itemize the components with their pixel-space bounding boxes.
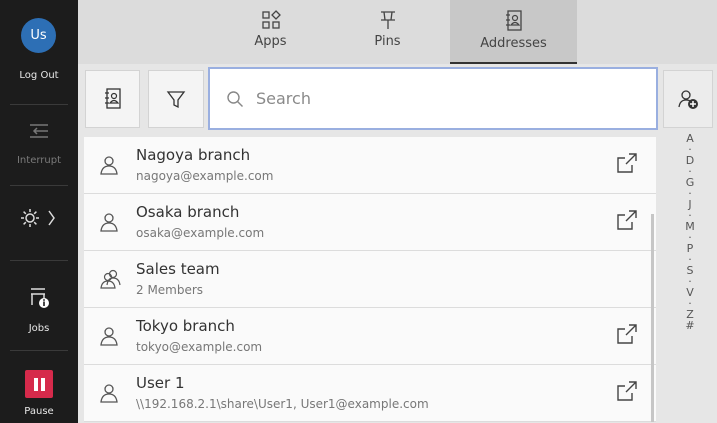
filter-button[interactable] [148,70,204,128]
tab-pins-label: Pins [374,34,401,49]
person-icon [100,213,118,232]
entry-detail: nagoya@example.com [136,169,274,183]
group-icon [100,269,121,289]
list-item[interactable]: Osaka branch osaka@example.com [84,194,656,251]
entry-name: Sales team [136,260,220,278]
jobs-button[interactable]: Jobs [0,323,78,334]
search-icon [227,90,243,107]
pin-icon [380,11,395,29]
list-item[interactable]: Sales team 2 Members [84,251,656,308]
external-link-icon[interactable] [616,152,638,174]
divider [10,260,68,261]
search-field[interactable] [208,67,658,130]
divider [10,104,68,105]
entry-detail: \\192.168.2.1\share\User1, User1@example… [136,397,429,411]
top-tab-bar: Apps Pins Addresses [78,0,717,64]
filter-icon [166,91,186,109]
pause-label: Pause [24,406,54,417]
alphabet-index[interactable]: A · D · G · J · M · P · S · V · Z # [668,133,712,331]
entry-detail: 2 Members [136,283,204,297]
settings-button[interactable] [0,206,78,230]
tab-pins[interactable]: Pins [324,0,451,64]
address-book-icon [104,88,121,109]
person-icon [100,156,118,175]
tab-addresses-label: Addresses [480,36,547,51]
apps-icon [261,10,281,29]
jobs-icon [0,285,78,309]
gear-icon [21,209,39,227]
divider [10,185,68,186]
external-link-icon[interactable] [616,380,638,402]
entry-name: Tokyo branch [136,317,235,335]
pause-button[interactable] [25,370,53,398]
entry-name: User 1 [136,374,185,392]
address-list: Nagoya branch nagoya@example.com Osaka b… [84,137,656,422]
list-item[interactable]: Nagoya branch nagoya@example.com [84,137,656,194]
external-link-icon[interactable] [616,209,638,231]
logout-button[interactable]: Log Out [0,70,78,81]
interrupt-button[interactable]: Interrupt [0,155,78,166]
entry-name: Nagoya branch [136,146,251,164]
entry-name: Osaka branch [136,203,240,221]
address-book-icon [505,10,522,31]
entry-detail: osaka@example.com [136,226,265,240]
chevron-right-icon [48,210,55,226]
index-letter[interactable]: # [685,320,694,331]
list-scrollbar[interactable] [651,214,654,422]
person-icon [100,327,118,346]
add-person-icon [678,90,698,109]
search-input[interactable] [256,89,636,108]
divider [10,350,68,351]
interrupt-icon [0,121,78,141]
list-item[interactable]: Tokyo branch tokyo@example.com [84,308,656,365]
external-link-icon[interactable] [616,323,638,345]
tab-addresses[interactable]: Addresses [450,0,577,64]
person-icon [100,384,118,403]
tab-apps-label: Apps [254,34,287,49]
left-sidebar: Us Log Out Interrupt Jobs Pause [0,0,78,423]
add-contact-button[interactable] [663,70,713,128]
entry-detail: tokyo@example.com [136,340,263,354]
address-book-button[interactable] [85,70,140,128]
tab-apps[interactable]: Apps [207,0,334,64]
avatar[interactable]: Us [21,18,56,53]
list-item[interactable]: User 1 \\192.168.2.1\share\User1, User1@… [84,365,656,422]
